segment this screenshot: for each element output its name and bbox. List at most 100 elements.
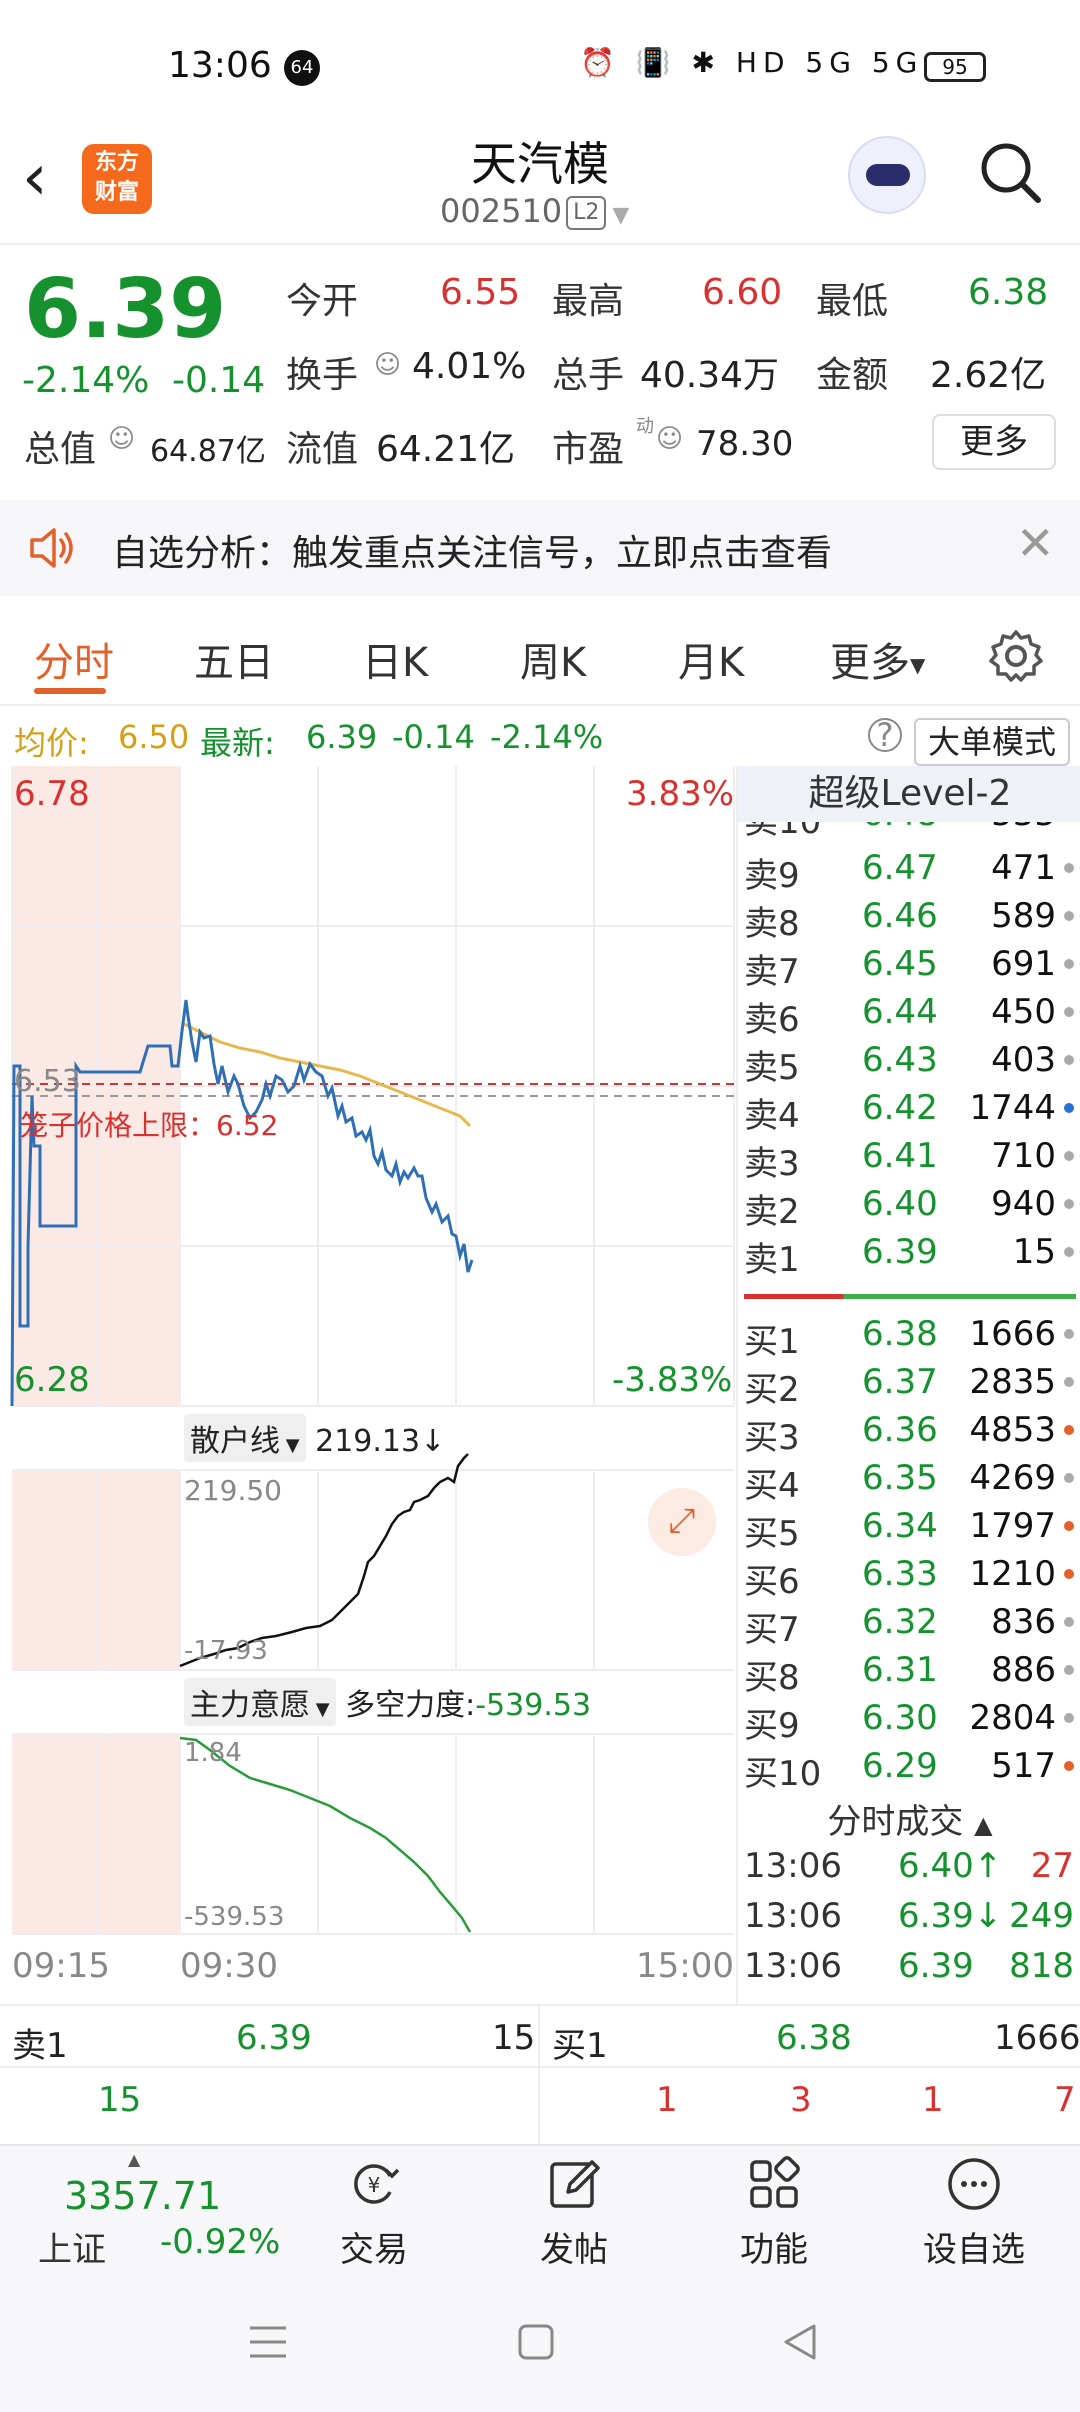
- bid-row[interactable]: 买10 6.29 517: [738, 1742, 1080, 1794]
- time-mid: 09:30: [180, 1946, 278, 1986]
- order-dot: [1064, 959, 1074, 969]
- search-icon[interactable]: [976, 138, 1044, 206]
- bid-row[interactable]: 买7 6.32 836: [738, 1598, 1080, 1650]
- pct-axis-top: 3.83%: [626, 774, 735, 814]
- high-label: 最高: [552, 281, 625, 322]
- divider: [0, 2066, 1080, 2068]
- intraday-chart[interactable]: 6.78 3.83% 6.53 笼子价格上限：6.52 6.28 -3.83% …: [0, 766, 736, 2006]
- ask-volume: 710: [991, 1136, 1056, 1176]
- ask-label: 卖6: [744, 1000, 800, 1040]
- latest-value: 6.39: [306, 718, 378, 756]
- close-icon[interactable]: ✕: [1016, 516, 1055, 570]
- tab-more-label: 更多: [830, 640, 910, 686]
- bid-row[interactable]: 买6 6.33 1210: [738, 1550, 1080, 1602]
- ask-volume: 450: [991, 992, 1056, 1032]
- tab-monthly-k[interactable]: 月K: [678, 630, 744, 688]
- back-nav-icon[interactable]: [782, 2322, 818, 2362]
- trade-volume: 27: [1030, 1846, 1074, 1886]
- nav-functions[interactable]: 功能: [694, 2156, 854, 2271]
- level2-title[interactable]: 超级Level-2: [738, 766, 1080, 822]
- retail-indicator-selector[interactable]: 散户线 ▼: [184, 1414, 306, 1462]
- nav-trade[interactable]: ¥ 交易: [294, 2156, 454, 2271]
- mainforce-indicator-selector[interactable]: 主力意愿 ▼: [184, 1678, 336, 1726]
- divider: [538, 2006, 540, 2146]
- ask-price: 6.43: [862, 1040, 938, 1080]
- trades-title: 分时成交: [827, 1802, 964, 1842]
- tab-more[interactable]: 更多▼: [830, 630, 925, 688]
- info-icon[interactable]: ☺: [108, 424, 135, 454]
- pct-axis-bottom: -3.83%: [612, 1360, 733, 1400]
- info-icon[interactable]: ☺: [374, 350, 401, 380]
- info-icon[interactable]: ☺: [656, 424, 683, 454]
- more-button[interactable]: 更多: [932, 414, 1056, 470]
- menu-icon[interactable]: [248, 2322, 288, 2362]
- bid-label: 买9: [744, 1706, 800, 1746]
- trades-header[interactable]: 分时成交 ▲: [738, 1794, 1080, 1843]
- stock-code-selector[interactable]: 002510 L2 ▼: [440, 192, 629, 230]
- tab-daily-k[interactable]: 日K: [362, 630, 428, 688]
- queue-right-label: 买1: [552, 2026, 608, 2066]
- bid-row[interactable]: 买2 6.37 2835: [738, 1358, 1080, 1410]
- order-dot: [1064, 1247, 1074, 1257]
- ask-row[interactable]: 卖5 6.43 403: [738, 1036, 1080, 1088]
- time-end: 15:00: [636, 1946, 734, 1986]
- mainforce-indicator-bar[interactable]: 主力意愿 ▼ 多空力度:-539.53: [184, 1678, 591, 1726]
- bid-row[interactable]: 买9 6.30 2804: [738, 1694, 1080, 1746]
- bid-label: 买3: [744, 1418, 800, 1458]
- bid-row[interactable]: 买3 6.36 4853: [738, 1406, 1080, 1458]
- bid-row[interactable]: 买8 6.31 886: [738, 1646, 1080, 1698]
- bid-row[interactable]: 买4 6.35 4269: [738, 1454, 1080, 1506]
- bid-row[interactable]: 买1 6.38 1666: [738, 1310, 1080, 1362]
- ask-row[interactable]: 卖6 6.44 450: [738, 988, 1080, 1040]
- active-tab-indicator: [34, 688, 106, 694]
- volume-value: 40.34万: [640, 355, 780, 396]
- tab-five-day[interactable]: 五日: [194, 630, 274, 688]
- gear-icon[interactable]: [988, 628, 1044, 684]
- latest-label: 最新:: [200, 724, 275, 762]
- tab-weekly-k[interactable]: 周K: [520, 630, 586, 688]
- assistant-robot-icon[interactable]: [848, 136, 926, 214]
- ask-row[interactable]: 卖1 6.39 15: [738, 1228, 1080, 1280]
- bid-row[interactable]: 买5 6.34 1797: [738, 1502, 1080, 1554]
- queue-left-price: 6.39: [236, 2018, 312, 2058]
- bid-label: 买8: [744, 1658, 800, 1698]
- bid-price: 6.29: [862, 1746, 938, 1786]
- big-order-mode-button[interactable]: 大单模式: [914, 718, 1070, 766]
- bid-label: 买6: [744, 1562, 800, 1602]
- float-value: 64.21亿: [376, 429, 516, 470]
- expand-icon[interactable]: ⤢: [648, 1488, 716, 1556]
- ask-row[interactable]: 卖4 6.42 1744: [738, 1084, 1080, 1136]
- order-dot: [1064, 1055, 1074, 1065]
- turnover-value: 4.01%: [412, 346, 527, 387]
- order-dot: [1064, 1713, 1074, 1723]
- tab-intraday[interactable]: 分时: [34, 630, 114, 688]
- ask-price: 6.48: [862, 822, 938, 834]
- order-dot: [1064, 1151, 1074, 1161]
- order-dot: [1064, 1761, 1074, 1771]
- nav-add-watchlist[interactable]: 设自选: [894, 2156, 1054, 2271]
- ask-row[interactable]: 卖9 6.47 471: [738, 844, 1080, 896]
- analysis-banner[interactable]: 自选分析：触发重点关注信号，立即点击查看 ✕: [0, 500, 1080, 596]
- queue-table[interactable]: 卖1 6.39 15 15 买1 6.38 1666 1 3 1 7: [0, 2004, 1080, 2146]
- order-dot: [1064, 1199, 1074, 1209]
- ask-price: 6.44: [862, 992, 938, 1032]
- ask-row[interactable]: 卖7 6.45 691: [738, 940, 1080, 992]
- bid-volume: 1797: [969, 1506, 1056, 1546]
- ask-row[interactable]: 卖8 6.46 589: [738, 892, 1080, 944]
- ask-price: 6.41: [862, 1136, 938, 1176]
- bid-label: 买4: [744, 1466, 800, 1506]
- help-icon[interactable]: ?: [868, 718, 902, 752]
- home-icon[interactable]: [518, 2324, 554, 2360]
- queue-left-label: 卖1: [12, 2026, 68, 2066]
- battery-icon: 95: [924, 52, 986, 82]
- ask-row[interactable]: 卖3 6.41 710: [738, 1132, 1080, 1184]
- retail-indicator-bar[interactable]: 散户线 ▼ 219.13↓: [184, 1414, 445, 1462]
- ask-row[interactable]: 卖2 6.40 940: [738, 1180, 1080, 1232]
- high-value: 6.60: [702, 272, 783, 313]
- order-book[interactable]: 卖10 6.48 535 超级Level-2 卖9 6.47 471 卖8 6.46 589…: [736, 766, 1080, 2006]
- queue-right-price: 6.38: [776, 2018, 852, 2058]
- ask-volume: 589: [991, 896, 1056, 936]
- app-header: ‹ 东方 财富 天汽模 002510 L2 ▼: [0, 120, 1080, 245]
- trade-icon: ¥: [354, 2164, 400, 2204]
- nav-post[interactable]: 发帖: [494, 2156, 654, 2271]
